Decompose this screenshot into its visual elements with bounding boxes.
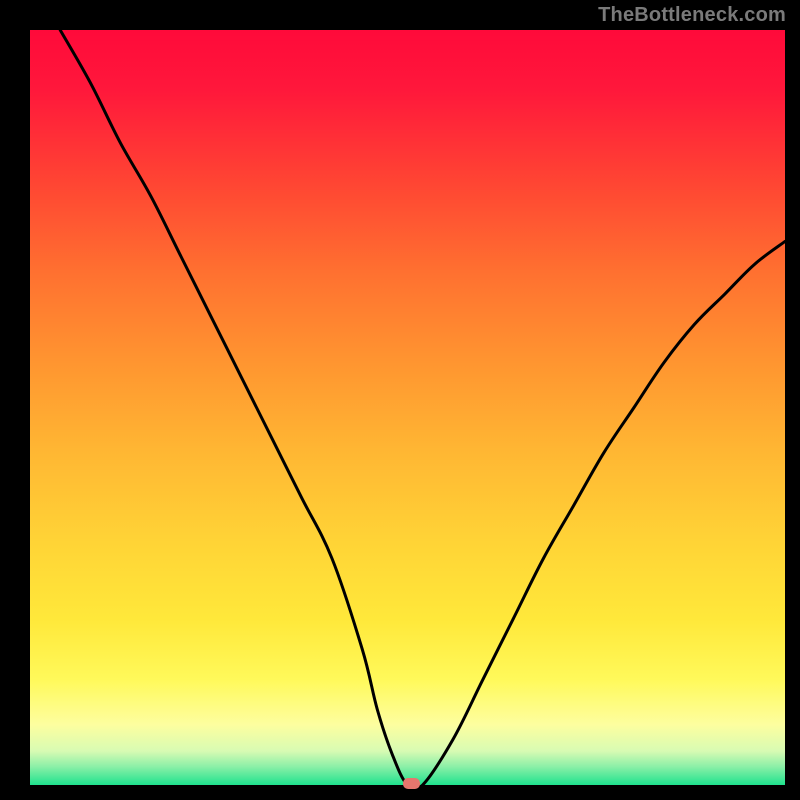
watermark-text: TheBottleneck.com — [598, 4, 786, 27]
minimum-marker — [403, 778, 420, 789]
plot-area — [30, 30, 785, 785]
chart-frame: TheBottleneck.com — [0, 0, 800, 800]
